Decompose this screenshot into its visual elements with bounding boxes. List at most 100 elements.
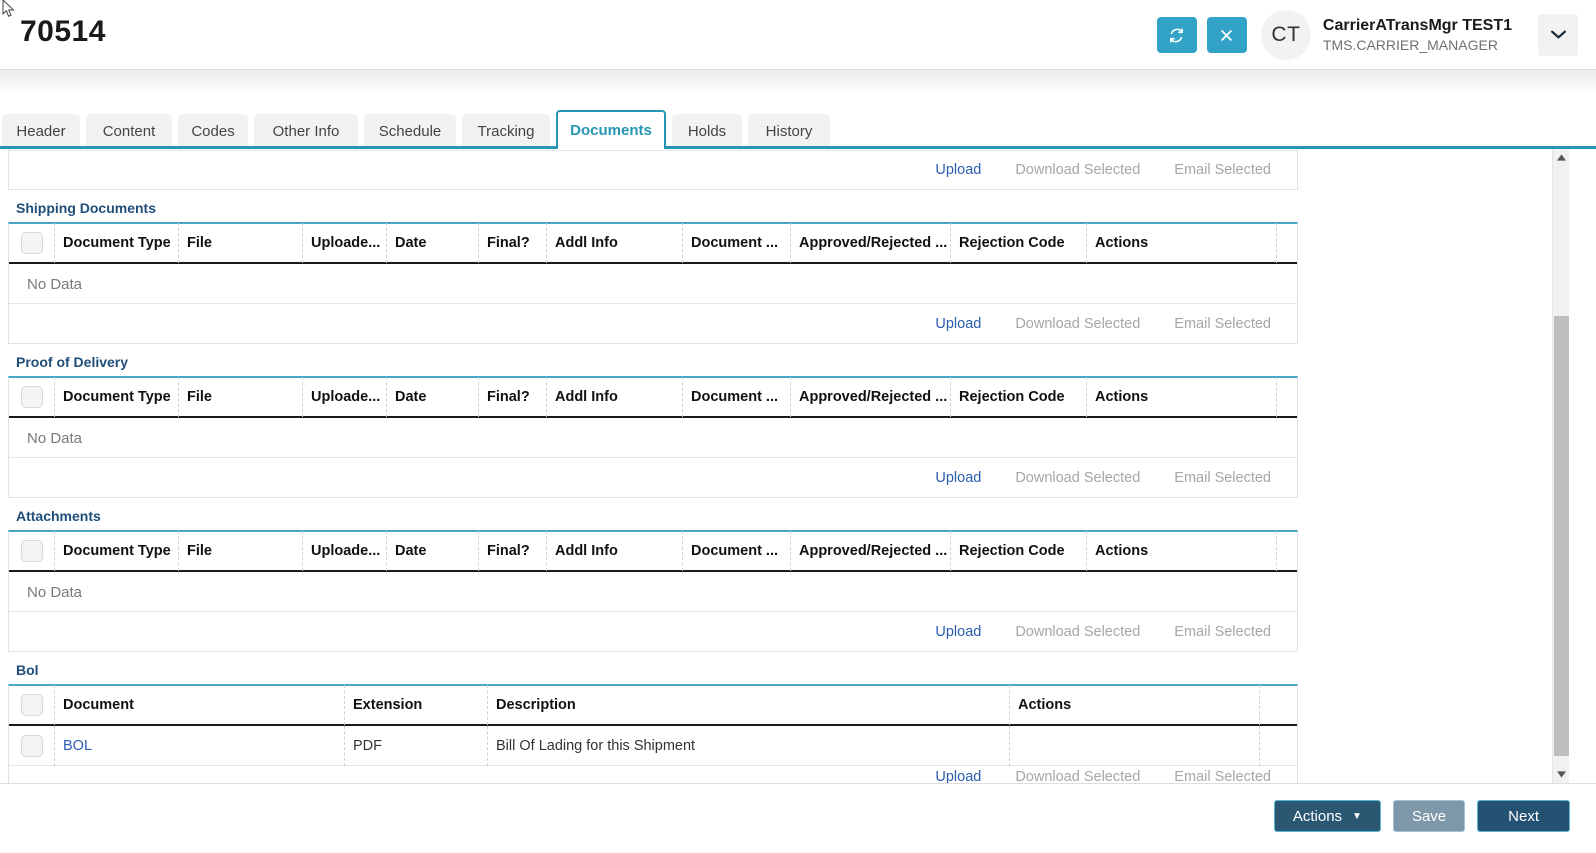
scrollbar-thumb[interactable]: [1554, 316, 1569, 756]
tab-schedule[interactable]: Schedule: [364, 114, 456, 148]
download-selected-link[interactable]: Download Selected: [1015, 162, 1140, 178]
column-header[interactable]: Approved/Rejected ...: [791, 223, 951, 263]
grid-footer: Upload Download Selected Email Selected: [9, 766, 1297, 784]
tab-label: History: [765, 122, 813, 140]
documents-grid: Document Type File Uploade... Date Final? Add…: [8, 530, 1298, 652]
email-selected-link[interactable]: Email Selected: [1174, 624, 1271, 640]
column-header[interactable]: Rejection Code: [951, 377, 1087, 417]
save-button[interactable]: Save: [1392, 800, 1466, 832]
documents-grid: Document Type File Uploade... Date Final? Add…: [8, 376, 1298, 498]
table-row[interactable]: BOL PDF Bill Of Lading for this Shipment: [9, 725, 1297, 766]
tab-label: Codes: [191, 122, 235, 140]
grid-header-row: Document Extension Description Actions: [9, 685, 1297, 726]
tab-header[interactable]: Header: [2, 114, 80, 148]
column-header[interactable]: Document ...: [683, 223, 791, 263]
scroll-down-arrow[interactable]: [1553, 766, 1570, 783]
next-button-label: Next: [1508, 807, 1539, 825]
upload-link[interactable]: Upload: [935, 316, 981, 332]
column-header[interactable]: Rejection Code: [951, 531, 1087, 571]
close-icon-button[interactable]: [1206, 17, 1247, 53]
select-all-checkbox[interactable]: [20, 540, 43, 562]
tab-active-gap: [558, 146, 664, 149]
clipped-section-top: No Data Upload Download Selected Email S…: [8, 149, 1298, 190]
email-selected-link[interactable]: Email Selected: [1174, 316, 1271, 332]
column-header[interactable]: Uploade...: [303, 377, 387, 417]
tab-other-info[interactable]: Other Info: [254, 114, 358, 148]
column-header[interactable]: Date: [387, 223, 479, 263]
next-button[interactable]: Next: [1477, 800, 1570, 832]
column-header[interactable]: Date: [387, 377, 479, 417]
grid-header-row: Document Type File Uploade... Date Final? Add…: [9, 223, 1297, 264]
grid-body: No Data: [9, 418, 1297, 458]
avatar: CT: [1260, 10, 1311, 60]
refresh-icon: [1168, 27, 1185, 44]
documents-scroll-area: No Data Upload Download Selected Email S…: [0, 149, 1537, 783]
column-header[interactable]: Extension: [345, 685, 488, 725]
column-header[interactable]: Document ...: [683, 377, 791, 417]
column-header[interactable]: Final?: [479, 377, 547, 417]
actions-button-label: Actions: [1292, 807, 1343, 825]
column-header[interactable]: Final?: [479, 223, 547, 263]
column-header[interactable]: Actions: [1087, 531, 1277, 571]
column-header[interactable]: Addl Info: [547, 377, 683, 417]
download-selected-link[interactable]: Download Selected: [1015, 624, 1140, 640]
column-header[interactable]: Addl Info: [547, 223, 683, 263]
tab-documents[interactable]: Documents: [556, 110, 666, 148]
tab-history[interactable]: History: [748, 114, 830, 148]
column-header[interactable]: Actions: [1010, 685, 1260, 725]
tab-codes[interactable]: Codes: [178, 114, 248, 148]
column-header[interactable]: Actions: [1087, 223, 1277, 263]
vertical-scrollbar[interactable]: [1552, 149, 1569, 783]
refresh-icon-button[interactable]: [1156, 17, 1197, 53]
column-header[interactable]: Document Type: [55, 531, 179, 571]
column-header[interactable]: Description: [488, 685, 1010, 725]
no-data-label: No Data: [9, 572, 1297, 612]
select-all-checkbox[interactable]: [20, 694, 43, 716]
cell-document[interactable]: BOL: [55, 725, 345, 766]
column-header[interactable]: Final?: [479, 531, 547, 571]
column-header[interactable]: File: [179, 377, 303, 417]
upload-link[interactable]: Upload: [935, 624, 981, 640]
row-select-cell: [9, 725, 55, 766]
upload-link[interactable]: Upload: [935, 470, 981, 486]
tab-label: Holds: [687, 122, 727, 140]
download-selected-link[interactable]: Download Selected: [1015, 769, 1140, 784]
column-header[interactable]: Approved/Rejected ...: [791, 377, 951, 417]
upload-link[interactable]: Upload: [935, 769, 981, 784]
user-role: TMS.CARRIER_MANAGER: [1322, 36, 1498, 53]
actions-button[interactable]: Actions ▼: [1273, 800, 1381, 832]
column-header[interactable]: Uploade...: [303, 223, 387, 263]
column-header[interactable]: Document: [55, 685, 345, 725]
column-header[interactable]: Rejection Code: [951, 223, 1087, 263]
grid-body: BOL PDF Bill Of Lading for this Shipment: [9, 725, 1297, 766]
column-header[interactable]: File: [179, 223, 303, 263]
upload-link[interactable]: Upload: [935, 162, 981, 178]
email-selected-link[interactable]: Email Selected: [1174, 769, 1271, 784]
column-header[interactable]: Approved/Rejected ...: [791, 531, 951, 571]
row-checkbox[interactable]: [20, 734, 43, 757]
column-header[interactable]: Document Type: [55, 223, 179, 263]
select-all-checkbox[interactable]: [20, 232, 43, 254]
chevron-down-icon: [1550, 28, 1567, 43]
column-header[interactable]: Document ...: [683, 531, 791, 571]
download-selected-link[interactable]: Download Selected: [1015, 316, 1140, 332]
bol-section: Bol Document Extension Description Actions BO…: [0, 652, 1537, 783]
select-all-checkbox[interactable]: [20, 386, 43, 408]
tab-content[interactable]: Content: [86, 114, 172, 148]
grid-header-row: Document Type File Uploade... Date Final? Add…: [9, 531, 1297, 572]
column-header[interactable]: File: [179, 531, 303, 571]
column-header[interactable]: Uploade...: [303, 531, 387, 571]
email-selected-link[interactable]: Email Selected: [1174, 470, 1271, 486]
scroll-up-arrow[interactable]: [1553, 149, 1570, 166]
section-title: Bol: [16, 662, 39, 678]
column-header[interactable]: Document Type: [55, 377, 179, 417]
column-header[interactable]: Date: [387, 531, 479, 571]
tab-tracking[interactable]: Tracking: [462, 114, 550, 148]
user-menu-button[interactable]: [1538, 14, 1578, 56]
email-selected-link[interactable]: Email Selected: [1174, 162, 1271, 178]
download-selected-link[interactable]: Download Selected: [1015, 470, 1140, 486]
tab-holds[interactable]: Holds: [672, 114, 742, 148]
column-header[interactable]: Addl Info: [547, 531, 683, 571]
user-name: CarrierATransMgr TEST1: [1322, 16, 1512, 34]
column-header[interactable]: Actions: [1087, 377, 1277, 417]
